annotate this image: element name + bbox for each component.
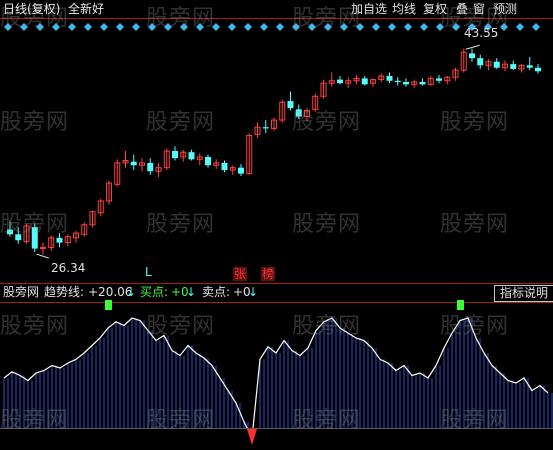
signal-diamond-icon <box>388 23 396 31</box>
signal-diamond-icon <box>228 23 236 31</box>
price-low-pointer <box>36 253 49 259</box>
candle-body <box>130 161 137 166</box>
watermark: 股旁网 <box>440 314 510 339</box>
bang-marker: 榜 <box>261 267 276 281</box>
price-high-pointer <box>465 44 480 50</box>
watermark: 股旁网 <box>146 110 216 135</box>
moving-average-button[interactable]: 均线 <box>392 2 416 16</box>
buy-label: 买点: <box>140 285 169 299</box>
stock-name: 全新好 <box>68 2 105 16</box>
candle-body <box>172 151 178 159</box>
candle-body <box>188 152 195 160</box>
watermark: 股旁网 <box>0 314 70 339</box>
candle-body <box>403 81 409 85</box>
trend-down-arrow-icon: ↓ <box>126 285 137 299</box>
candle-body <box>56 237 63 243</box>
candle-body <box>205 156 211 166</box>
signal-diamond-icon <box>244 23 252 31</box>
candle-body <box>221 162 228 171</box>
adjust-rights-button[interactable]: 复权 <box>423 2 447 16</box>
trend-label: 趋势线: <box>44 285 85 299</box>
signal-diamond-icon <box>84 23 92 31</box>
buy-down-arrow-icon: ↓ <box>186 285 197 299</box>
watermark: 股旁网 <box>0 212 70 237</box>
candle-body <box>262 127 269 129</box>
signal-diamond-icon <box>116 23 124 31</box>
watermark: 股旁网 <box>292 314 362 339</box>
watermark: 股旁网 <box>0 408 70 433</box>
candle-body <box>510 64 517 69</box>
watermark: 股旁网 <box>440 408 510 433</box>
forecast-button[interactable]: 预测 <box>493 2 517 16</box>
candle-body <box>526 65 533 68</box>
add-watchlist-button[interactable]: 加自选 <box>351 2 387 16</box>
chart-period-title: 日线(复权) <box>3 2 61 16</box>
watermark: 股旁网 <box>440 212 510 237</box>
signal-diamond-icon <box>276 23 284 31</box>
candle-body <box>386 76 393 81</box>
candle-body <box>535 67 541 72</box>
watermark: 股旁网 <box>292 110 362 135</box>
zhang-marker: 张 <box>233 267 248 281</box>
signal-diamond-icon <box>404 23 412 31</box>
candle-body <box>337 79 343 84</box>
candle-body <box>147 162 154 172</box>
price-high-label: 43.55 <box>464 26 499 40</box>
watermark: 股旁网 <box>146 408 216 433</box>
candle-body <box>394 80 401 82</box>
signal-diamond-icon <box>372 23 380 31</box>
chart-toolbar: 日线(复权) 全新好 加自选 均线 复权 叠 窗 预测 <box>0 0 553 18</box>
candle-body <box>361 78 368 85</box>
window-button[interactable]: 窗 <box>473 2 485 16</box>
price-low-label: 26.34 <box>51 261 86 275</box>
sell-signal-marker <box>247 429 257 445</box>
signal-diamond-icon <box>68 23 76 31</box>
watermark: 股旁网 <box>146 212 216 237</box>
watermark: 股旁网 <box>440 110 510 135</box>
candle-body <box>419 81 426 85</box>
signal-diamond-icon <box>532 23 540 31</box>
indicator-help-button[interactable]: 指标说明 <box>494 285 553 302</box>
candle-body <box>493 61 500 68</box>
watermark: 股旁网 <box>146 314 216 339</box>
signal-diamond-icon <box>420 23 428 31</box>
candle-body <box>469 53 475 59</box>
overlay-button[interactable]: 叠 <box>456 2 468 16</box>
candle-body <box>436 78 442 81</box>
watermark: 股旁网 <box>0 110 70 135</box>
watermark: 股旁网 <box>292 408 362 433</box>
sell-down-arrow-icon: ↓ <box>248 285 259 299</box>
l-marker: L <box>145 265 152 279</box>
sell-label: 卖点: <box>202 285 231 299</box>
signal-diamond-icon <box>516 23 524 31</box>
candle-body <box>477 58 484 66</box>
candle-body <box>238 167 244 174</box>
watermark: 股旁网 <box>292 212 362 237</box>
signal-diamond-icon <box>260 23 268 31</box>
signal-diamond-icon <box>132 23 140 31</box>
indicator-header: 股旁网 趋势线: +20.06 ↓ 买点: +0 ↓ 卖点: +0 ↓ <box>0 284 553 302</box>
signal-diamond-icon <box>100 23 108 31</box>
indicator-name: 股旁网 <box>3 285 40 299</box>
